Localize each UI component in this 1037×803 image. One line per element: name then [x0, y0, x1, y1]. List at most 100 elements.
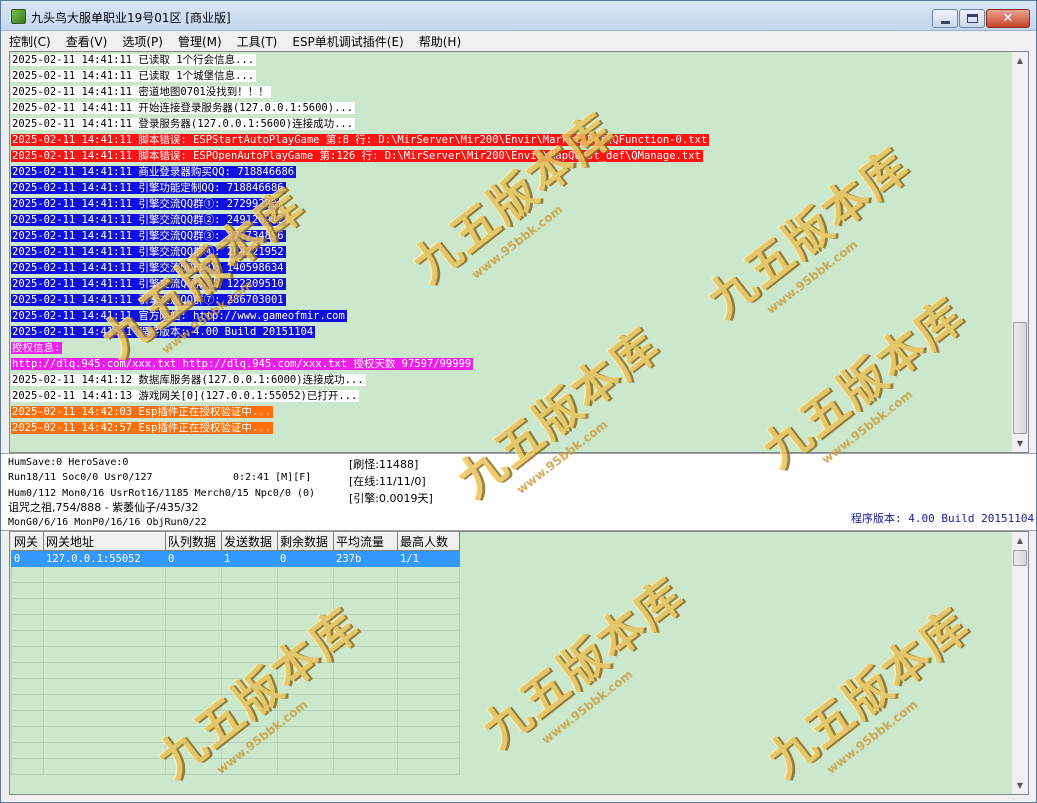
engine-days: [引擎:0.0019天]: [349, 492, 433, 505]
column-header-sent[interactable]: 发送数据: [221, 532, 278, 551]
scroll-thumb[interactable]: [1013, 550, 1027, 566]
table-cell: [165, 710, 222, 727]
log-line: 2025-02-11 14:41:11 程序版本: 4.00 Build 201…: [11, 324, 1011, 340]
table-row[interactable]: [11, 566, 460, 583]
column-header-gateway[interactable]: 网关: [11, 532, 44, 551]
column-header-queue[interactable]: 队列数据: [165, 532, 222, 551]
table-cell: [277, 710, 334, 727]
menu-tools[interactable]: 工具(T): [237, 33, 278, 50]
table-row[interactable]: 0 127.0.0.1:55052 0 1 0 237b 1/1: [11, 550, 460, 567]
table-row[interactable]: [11, 662, 460, 679]
table-row[interactable]: [11, 694, 460, 711]
table-cell: [221, 710, 278, 727]
log-line-text: 2025-02-11 14:42:03 Esp插件正在授权验证中...: [11, 406, 273, 418]
table-cell: [11, 694, 44, 711]
table-row[interactable]: [11, 678, 460, 695]
table-cell: [221, 582, 278, 599]
log-line-text: 2025-02-11 14:41:11 商业登录器购买QQ: 718846686: [11, 166, 297, 178]
menu-bar: 控制(C) 查看(V) 选项(P) 管理(M) 工具(T) ESP单机调试插件(…: [1, 31, 1036, 51]
table-cell: [397, 726, 460, 743]
log-line: 2025-02-11 14:41:11 引擎交流QQ群⑦: 286703001: [11, 292, 1011, 308]
close-button[interactable]: ✕: [986, 9, 1030, 28]
table-row[interactable]: [11, 582, 460, 599]
log-line-text: 2025-02-11 14:41:11 引擎交流QQ群⑦: 286703001: [11, 294, 286, 306]
log-line: 2025-02-11 14:41:11 引擎功能定制QQ: 718846686: [11, 180, 1011, 196]
scroll-thumb[interactable]: [1013, 322, 1027, 434]
table-row[interactable]: [11, 758, 460, 775]
table-row[interactable]: [11, 646, 460, 663]
table-cell: [333, 646, 398, 663]
table-cell: [397, 630, 460, 647]
table-cell: [397, 566, 460, 583]
column-header-remaining[interactable]: 剩余数据: [277, 532, 334, 551]
table-cell: [11, 630, 44, 647]
table-cell: [11, 598, 44, 615]
scroll-down-arrow-icon[interactable]: ▼: [1012, 777, 1028, 794]
title-bar[interactable]: 九头鸟大服单职业19号01区 [商业版] ✕: [1, 1, 1036, 31]
table-cell: [277, 758, 334, 775]
table-cell: [333, 710, 398, 727]
menu-control[interactable]: 控制(C): [9, 33, 51, 50]
menu-manage[interactable]: 管理(M): [178, 33, 222, 50]
table-row[interactable]: [11, 742, 460, 759]
gateway-scrollbar[interactable]: ▲ ▼: [1011, 532, 1028, 794]
save-status: HumSave:0 HeroSave:0: [8, 457, 129, 468]
table-cell: [221, 742, 278, 759]
table-cell: [333, 582, 398, 599]
uptime-status: 0:2:41 [M][F]: [233, 472, 312, 483]
table-row[interactable]: [11, 598, 460, 615]
menu-view[interactable]: 查看(V): [66, 33, 108, 50]
table-cell: [333, 614, 398, 631]
table-row[interactable]: [11, 630, 460, 647]
table-header-row: 网关 网关地址 队列数据 发送数据 剩余数据 平均流量 最高人数: [11, 532, 460, 551]
table-cell: [397, 614, 460, 631]
table-cell: [397, 758, 460, 775]
column-header-avg-traffic[interactable]: 平均流量: [333, 532, 398, 551]
table-cell: [221, 614, 278, 631]
scroll-up-arrow-icon[interactable]: ▲: [1012, 532, 1028, 549]
menu-options[interactable]: 选项(P): [122, 33, 163, 50]
table-cell: [397, 742, 460, 759]
table-row[interactable]: [11, 710, 460, 727]
table-cell: [397, 598, 460, 615]
table-cell: [43, 614, 166, 631]
log-line: 2025-02-11 14:41:13 游戏网关[0](127.0.0.1:55…: [11, 388, 1011, 404]
log-line: 2025-02-11 14:41:11 引擎交流QQ群⑥: 122209510: [11, 276, 1011, 292]
table-cell: [277, 678, 334, 695]
maximize-button[interactable]: [959, 9, 985, 28]
menu-help[interactable]: 帮助(H): [419, 33, 461, 50]
log-line-text: 2025-02-11 14:41:11 引擎交流QQ群④: 140598634: [11, 262, 286, 274]
table-cell: [277, 662, 334, 679]
log-line: 授权信息:: [11, 340, 1011, 356]
log-scrollbar[interactable]: ▲ ▼: [1011, 52, 1028, 452]
table-row[interactable]: [11, 614, 460, 631]
table-cell: [333, 630, 398, 647]
run-status: Run18/11 Soc0/0 Usr0/127: [8, 472, 153, 483]
table-cell: [333, 678, 398, 695]
table-cell: [333, 742, 398, 759]
table-cell: [43, 662, 166, 679]
column-header-address[interactable]: 网关地址: [43, 532, 166, 551]
scroll-up-arrow-icon[interactable]: ▲: [1012, 52, 1028, 69]
column-header-max-users[interactable]: 最高人数: [397, 532, 460, 551]
table-cell: [43, 630, 166, 647]
gateway-table: 网关 网关地址 队列数据 发送数据 剩余数据 平均流量 最高人数 0 127.0.…: [11, 532, 460, 775]
log-line-text: 2025-02-11 14:41:11 已读取 1个城堡信息...: [11, 70, 257, 82]
minimize-button[interactable]: [932, 9, 958, 28]
table-row[interactable]: [11, 726, 460, 743]
table-cell: [165, 566, 222, 583]
table-cell: [277, 742, 334, 759]
log-line: 2025-02-11 14:41:11 引擎交流QQ群②: 249126912: [11, 212, 1011, 228]
gateway-panel[interactable]: 网关 网关地址 队列数据 发送数据 剩余数据 平均流量 最高人数 0 127.0.…: [9, 531, 1029, 795]
table-cell: [43, 566, 166, 583]
table-cell: [277, 566, 334, 583]
scroll-down-arrow-icon[interactable]: ▼: [1012, 435, 1028, 452]
log-line: 2025-02-11 14:41:11 开始连接登录服务器(127.0.0.1:…: [11, 100, 1011, 116]
table-cell: [43, 726, 166, 743]
table-cell: [221, 678, 278, 695]
log-line: 2025-02-11 14:42:03 Esp插件正在授权验证中...: [11, 404, 1011, 420]
log-line-text: 授权信息:: [11, 342, 63, 354]
table-cell: [43, 742, 166, 759]
log-panel[interactable]: 2025-02-11 14:41:11 已读取 1个行会信息... 2025-02…: [9, 51, 1029, 453]
menu-esp-plugin[interactable]: ESP单机调试插件(E): [292, 33, 403, 50]
